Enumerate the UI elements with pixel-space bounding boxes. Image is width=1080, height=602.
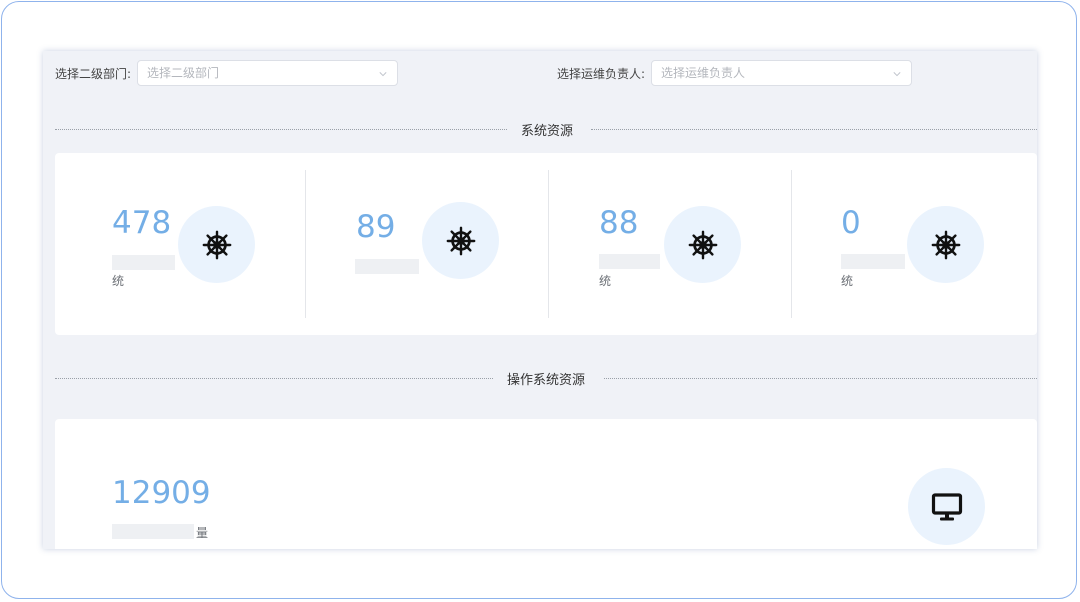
stat-unit: 统 — [599, 274, 612, 288]
os-stat-label-placeholder — [112, 524, 194, 539]
system-resources-card: 478 统 89 88 统 0 统 — [55, 153, 1037, 335]
dashboard-panel: 选择二级部门: 选择二级部门 选择运维负责人: 选择运维负责人 系统资源 478… — [43, 51, 1037, 549]
department-filter: 选择二级部门: 选择二级部门 — [55, 60, 399, 86]
dharma-wheel-icon — [930, 229, 962, 261]
stat-label-placeholder — [355, 259, 419, 274]
chevron-down-icon — [379, 72, 387, 77]
stat-item[interactable]: 478 统 — [55, 153, 305, 335]
os-resources-card: 12909 量 — [55, 419, 1037, 549]
stat-unit: 统 — [112, 274, 125, 288]
monitor-icon — [931, 492, 962, 520]
stat-item[interactable]: 0 统 — [792, 153, 1037, 335]
divider-line — [604, 378, 1037, 379]
stat-label-placeholder — [112, 255, 175, 270]
stat-item[interactable]: 88 统 — [549, 153, 792, 335]
dharma-wheel-icon — [687, 229, 719, 261]
owner-select-placeholder: 选择运维负责人 — [661, 66, 746, 80]
os-resources-header: 操作系统资源 — [55, 369, 1037, 389]
owner-filter-label: 选择运维负责人: — [557, 66, 646, 81]
stat-value: 0 — [841, 205, 861, 241]
stat-icon-circle — [422, 202, 499, 279]
os-stat-icon-circle — [908, 468, 985, 545]
stat-value: 89 — [356, 209, 396, 245]
stat-icon-circle — [664, 206, 741, 283]
stat-icon-circle — [178, 206, 255, 283]
owner-filter: 选择运维负责人: 选择运维负责人 — [557, 60, 913, 86]
os-stat-value: 12909 — [112, 475, 211, 511]
department-filter-label: 选择二级部门: — [55, 66, 132, 81]
divider-line — [55, 129, 507, 130]
stat-label-placeholder — [599, 254, 660, 269]
stat-item[interactable]: 89 — [306, 153, 549, 335]
os-stat-unit: 量 — [196, 526, 209, 540]
stat-value: 478 — [112, 205, 172, 241]
stat-unit: 统 — [841, 274, 854, 288]
dharma-wheel-icon — [445, 225, 477, 257]
owner-select[interactable]: 选择运维负责人 — [651, 60, 913, 86]
department-select[interactable]: 选择二级部门 — [137, 60, 399, 86]
stat-icon-circle — [907, 206, 984, 283]
chevron-down-icon — [893, 72, 901, 77]
stat-value: 88 — [599, 205, 639, 241]
department-select-placeholder: 选择二级部门 — [147, 66, 220, 80]
divider-line — [55, 378, 493, 379]
section-title: 操作系统资源 — [507, 373, 586, 388]
system-resources-header: 系统资源 — [55, 120, 1037, 140]
section-title: 系统资源 — [521, 124, 574, 139]
stat-label-placeholder — [841, 254, 905, 269]
dharma-wheel-icon — [201, 229, 233, 261]
divider-line — [591, 129, 1037, 130]
